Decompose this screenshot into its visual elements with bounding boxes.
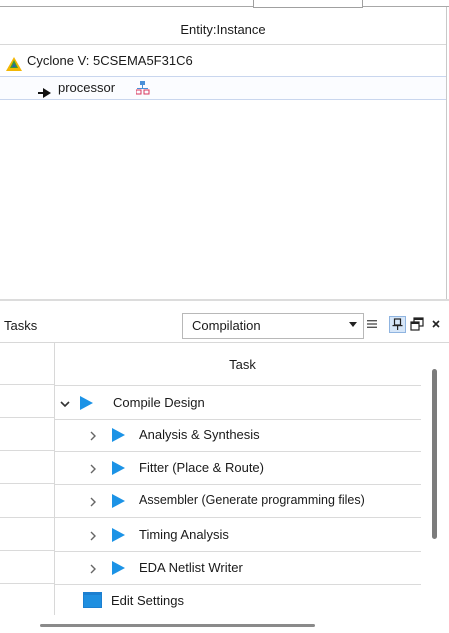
close-icon[interactable] [429, 317, 443, 331]
chevron-right-icon[interactable] [88, 462, 98, 474]
play-icon[interactable] [80, 396, 93, 410]
hierarchy-tree-icon [135, 80, 150, 95]
chevron-down-icon[interactable] [60, 397, 70, 408]
row-separator [0, 583, 54, 584]
task-row-compile-design[interactable]: Compile Design [55, 385, 421, 420]
task-row-assembler[interactable]: Assembler (Generate programming files) [55, 484, 421, 518]
task-label: Timing Analysis [139, 527, 229, 542]
entity-instance-column-header[interactable]: Entity:Instance [0, 18, 446, 42]
task-label: Edit Settings [111, 593, 184, 608]
hierarchy-panel [0, 0, 449, 300]
device-icon [6, 54, 22, 71]
chevron-right-icon[interactable] [88, 529, 98, 541]
chevron-right-icon[interactable] [88, 562, 98, 574]
float-window-icon[interactable] [410, 317, 424, 331]
task-row-timing-analysis[interactable]: Timing Analysis [55, 518, 421, 552]
chevron-right-icon[interactable] [88, 495, 98, 507]
task-row-eda-netlist-writer[interactable]: EDA Netlist Writer [55, 551, 421, 585]
play-icon[interactable] [112, 461, 125, 475]
task-row-analysis-synthesis[interactable]: Analysis & Synthesis [55, 418, 421, 452]
settings-window-icon [83, 592, 102, 608]
flow-select[interactable]: Compilation [182, 313, 364, 339]
task-column-header[interactable]: Task [55, 354, 430, 376]
flow-select-value: Compilation [192, 318, 261, 333]
task-label: Compile Design [113, 395, 205, 410]
divider [0, 44, 446, 45]
play-icon[interactable] [112, 494, 125, 508]
instance-label: processor [58, 80, 116, 95]
task-row-fitter[interactable]: Fitter (Place & Route) [55, 451, 421, 485]
horizontal-scrollbar-thumb[interactable] [40, 624, 315, 627]
device-label: Cyclone V: 5CSEMA5F31C6 [27, 53, 193, 68]
task-label: Assembler (Generate programming files) [139, 493, 365, 507]
play-icon[interactable] [112, 528, 125, 542]
entity-arrow-icon [38, 83, 52, 98]
list-icon[interactable] [365, 317, 379, 331]
vertical-scrollbar-thumb[interactable] [432, 369, 437, 539]
task-label: Fitter (Place & Route) [139, 460, 264, 475]
hierarchy-top-strip [0, 0, 449, 8]
panel-border [446, 7, 447, 299]
tasks-panel-title: Tasks [4, 318, 38, 333]
panel-splitter[interactable] [0, 299, 449, 301]
navigator-view-select[interactable] [253, 0, 363, 8]
row-separator [0, 417, 54, 418]
row-separator [0, 517, 54, 518]
row-separator [0, 450, 54, 451]
divider [0, 342, 449, 343]
task-label: EDA Netlist Writer [139, 560, 243, 575]
tree-item-processor[interactable]: processor [0, 76, 446, 100]
task-row-edit-settings[interactable]: Edit Settings [55, 584, 421, 617]
row-separator [0, 384, 54, 385]
pin-icon[interactable] [389, 316, 406, 333]
row-separator [0, 483, 54, 484]
play-icon[interactable] [112, 561, 125, 575]
tree-item-device[interactable]: Cyclone V: 5CSEMA5F31C6 [0, 48, 446, 73]
row-separator [0, 550, 54, 551]
play-icon[interactable] [112, 428, 125, 442]
chevron-right-icon[interactable] [88, 429, 98, 441]
task-label: Analysis & Synthesis [139, 427, 260, 442]
dropdown-arrow-icon [349, 322, 357, 327]
